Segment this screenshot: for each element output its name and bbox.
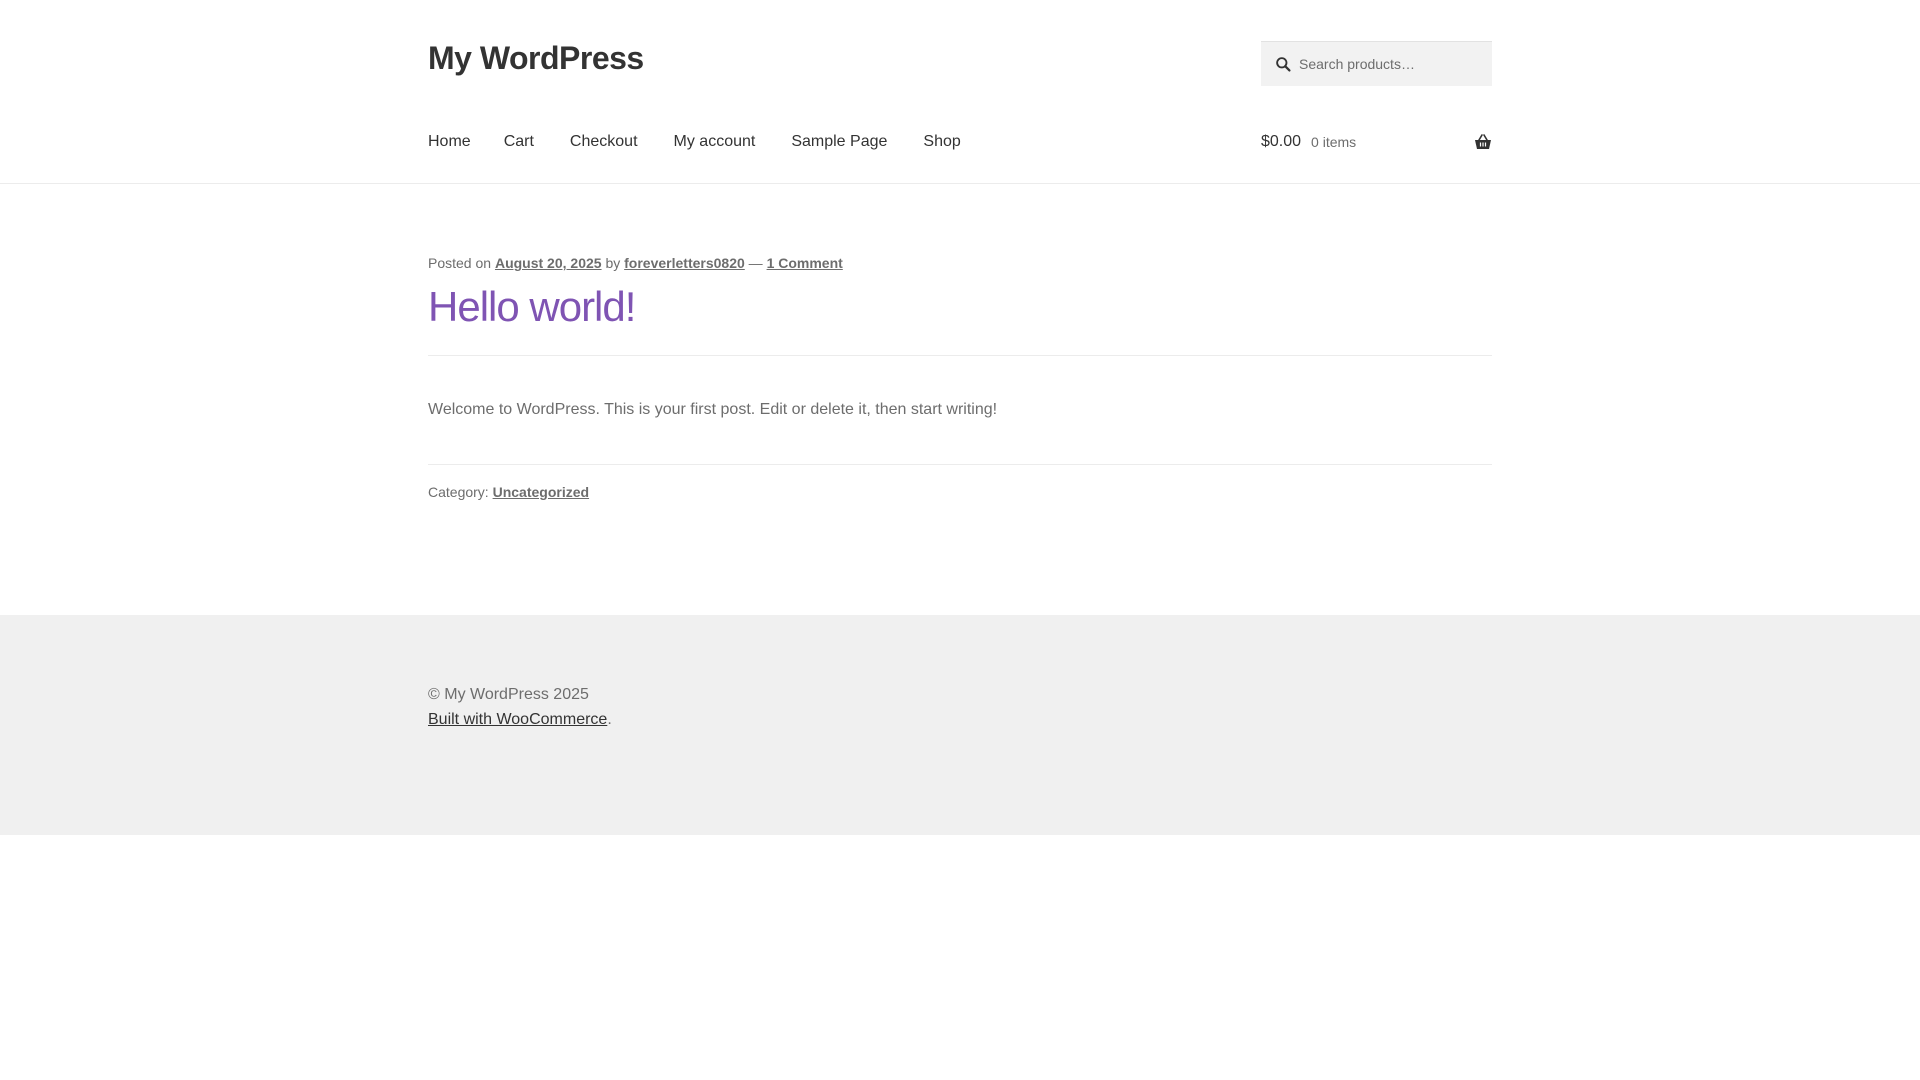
post-author-link[interactable]: foreverletters0820 [624,255,745,271]
site-footer: © My WordPress 2025 Built with WooCommer… [0,615,1920,835]
basket-icon [1475,134,1491,149]
post-meta: Posted on August 20, 2025 by foreverlett… [428,255,1492,271]
woocommerce-link[interactable]: Built with WooCommerce [428,711,607,728]
post-date-link[interactable]: August 20, 2025 [495,255,602,271]
primary-nav: Home Cart Checkout My account Sample Pag… [428,133,997,151]
category-label: Category: [428,484,489,500]
product-search[interactable] [1261,41,1492,86]
footer-period: . [607,711,612,728]
category-link[interactable]: Uncategorized [493,484,589,500]
search-input[interactable] [1299,56,1479,72]
nav-item-home[interactable]: Home [428,133,471,151]
cart-amount: $0.00 [1261,133,1302,150]
nav-item-my-account[interactable]: My account [674,133,756,151]
footer-copyright: © My WordPress 2025 [428,686,589,703]
post-content: Welcome to WordPress. This is your first… [428,401,998,418]
meta-dash: — [748,255,763,271]
post-comments-link[interactable]: 1 Comment [767,255,843,271]
divider [428,355,1492,356]
divider [428,464,1492,465]
site-header: My WordPress Home Cart Checkout My accou… [0,0,1920,184]
search-icon [1276,56,1291,72]
nav-item-cart[interactable]: Cart [504,133,534,151]
by-label: by [605,255,621,271]
header-cart[interactable]: $0.00 0 items [1261,133,1492,151]
post-title[interactable]: Hello world! [428,283,1492,331]
post-category: Category: Uncategorized [428,484,1492,500]
nav-item-checkout[interactable]: Checkout [570,133,638,151]
nav-item-sample-page[interactable]: Sample Page [791,133,887,151]
site-title[interactable]: My WordPress [428,40,644,77]
nav-item-shop[interactable]: Shop [923,133,960,151]
cart-count: 0 items [1311,134,1357,150]
footer-credit: Built with WooCommerce. [428,711,612,729]
post: Posted on August 20, 2025 by foreverlett… [428,255,1492,500]
posted-on-label: Posted on [428,255,492,271]
